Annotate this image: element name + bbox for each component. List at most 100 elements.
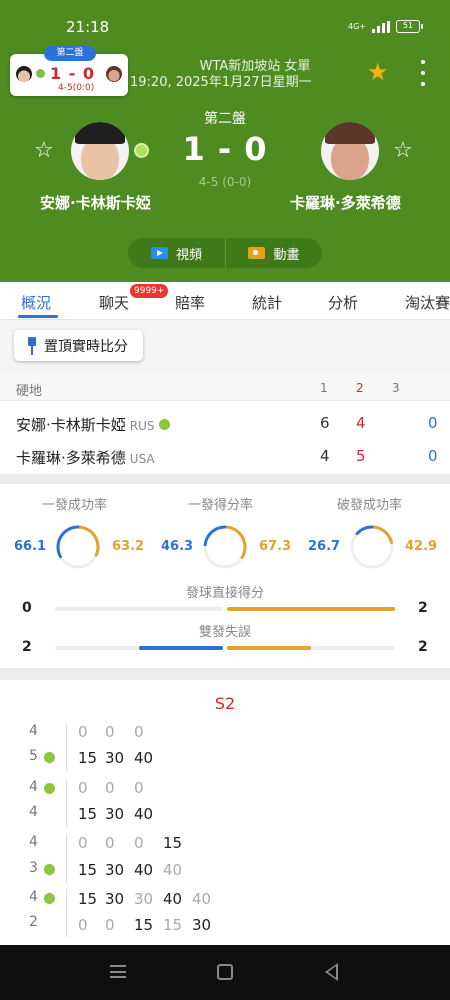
stat-left-value: 46.3 [161, 539, 194, 554]
game-bottom-score: 5 [29, 748, 38, 764]
game-top-score: 4 [29, 723, 38, 739]
status-time: 21:18 [66, 18, 110, 36]
point: 40 [134, 749, 154, 767]
point: 0 [78, 779, 88, 797]
set-1-header: 1 [320, 381, 328, 395]
aces-title: 發球直接得分 [185, 586, 264, 601]
first-serve-won-title: 一發得分率 [188, 498, 254, 513]
point: 0 [105, 723, 115, 741]
video-icon [150, 247, 168, 259]
point: 40 [134, 805, 154, 823]
point: 40 [192, 890, 212, 908]
section-divider [0, 474, 450, 484]
court-surface: 硬地 [16, 384, 43, 399]
game-divider [66, 779, 67, 827]
point: 30 [105, 805, 125, 823]
first-serve-in-title: 一發成功率 [42, 498, 108, 513]
active-tab-indicator [18, 315, 58, 318]
game-points: 0 [428, 414, 438, 432]
ring-left-arc [355, 525, 374, 536]
set-1-score: 4 [320, 447, 330, 465]
serving-check-icon [158, 419, 170, 430]
player-left-name[interactable]: 安娜·卡林斯卡婭 [40, 192, 151, 213]
point: 40 [163, 890, 183, 908]
point: 0 [134, 779, 144, 797]
stat-right-value: 63.2 [112, 539, 145, 554]
game-winner-check-icon [44, 783, 55, 794]
table-row: 安娜·卡林斯卡婭 RUS 6 4 0 [0, 408, 450, 438]
double-faults-left: 2 [22, 639, 32, 655]
point: 0 [105, 779, 115, 797]
tab-knockout[interactable]: 淘汰賽 [405, 292, 450, 313]
mini-game-score: 4-5(0:0) [58, 83, 95, 93]
battery-icon: 51 [396, 20, 423, 33]
follow-left-player-star-icon[interactable]: ☆ [34, 140, 54, 162]
follow-right-player-star-icon[interactable]: ☆ [393, 140, 413, 162]
row-player-name: 卡羅琳·多萊希德 USA [16, 449, 155, 467]
point: 30 [105, 890, 125, 908]
tab-odds[interactable]: 賠率 [175, 292, 205, 313]
game-winner-check-icon [44, 752, 55, 763]
stat-right-value: 67.3 [259, 539, 292, 554]
game-score: 4-5 (0-0) [198, 175, 252, 189]
recent-apps-icon[interactable] [110, 965, 126, 978]
aces-right-fill [227, 607, 395, 611]
match-datetime: 19:20, 2025年1月27日星期一 [130, 75, 312, 90]
ring-right-arc [370, 525, 394, 545]
point: 30 [105, 749, 125, 767]
point: 0 [134, 834, 144, 852]
point: 40 [163, 861, 183, 879]
stat-ring [350, 525, 394, 569]
video-button[interactable]: 視頻 [128, 238, 225, 268]
point: 0 [78, 723, 88, 741]
set-score: 1 - 0 [182, 130, 268, 168]
stats-summary: 一發成功率 一發得分率 破發成功率 66.1 63.2 46.3 67.3 26… [0, 484, 450, 668]
stat-left-value: 66.1 [14, 539, 47, 554]
back-icon[interactable] [325, 963, 338, 981]
aces-left-track [55, 607, 223, 611]
pin-label: 置頂實時比分 [44, 338, 128, 355]
favorite-match-star-icon[interactable]: ★ [367, 60, 389, 84]
point: 15 [163, 834, 183, 852]
set-2-score: 4 [356, 414, 366, 432]
stat-ring [203, 525, 247, 569]
more-options-icon[interactable] [418, 60, 428, 86]
aces-right: 2 [418, 600, 428, 616]
pin-live-score-button[interactable]: 置頂實時比分 [14, 330, 143, 361]
ring-right-arc [223, 525, 247, 559]
point: 15 [78, 890, 98, 908]
tab-overview[interactable]: 概況 [21, 292, 51, 313]
point: 0 [78, 916, 88, 934]
animation-icon [248, 247, 266, 259]
section-divider [0, 668, 450, 680]
point: 40 [134, 861, 154, 879]
pbp-set-title: S2 [214, 694, 236, 713]
double-faults-left-fill [139, 646, 223, 650]
home-icon[interactable] [217, 964, 233, 980]
double-faults-title: 雙發失誤 [198, 625, 251, 640]
network-label: 4G+ [348, 21, 366, 31]
tab-chat[interactable]: 聊天 [99, 292, 129, 313]
animation-button[interactable]: 動畫 [225, 238, 322, 268]
point: 0 [105, 834, 115, 852]
score-table-header: 硬地 1 2 3 [0, 374, 450, 401]
point: 15 [134, 916, 154, 934]
signal-icon [372, 20, 390, 33]
tab-stats[interactable]: 統計 [252, 292, 282, 313]
media-toggle: 視頻 動畫 [128, 238, 322, 268]
player-left-avatar[interactable] [71, 122, 129, 180]
game-points: 0 [428, 447, 438, 465]
double-faults-right: 2 [418, 639, 428, 655]
set-1-score: 6 [320, 414, 330, 432]
tab-bar: 概況 聊天 賠率 統計 分析 淘汰賽 [0, 282, 450, 320]
player-country: RUS [129, 419, 155, 433]
aces-left: 0 [22, 600, 32, 616]
table-row: 卡羅琳·多萊希德 USA 4 5 0 [0, 441, 450, 471]
set-3-header: 3 [392, 381, 400, 395]
tab-analysis[interactable]: 分析 [328, 292, 358, 313]
player-right-name[interactable]: 卡羅琳·多萊希德 [290, 192, 401, 213]
player-right-avatar[interactable] [321, 122, 379, 180]
point: 0 [105, 916, 115, 934]
game-divider [66, 723, 67, 771]
point: 30 [192, 916, 212, 934]
